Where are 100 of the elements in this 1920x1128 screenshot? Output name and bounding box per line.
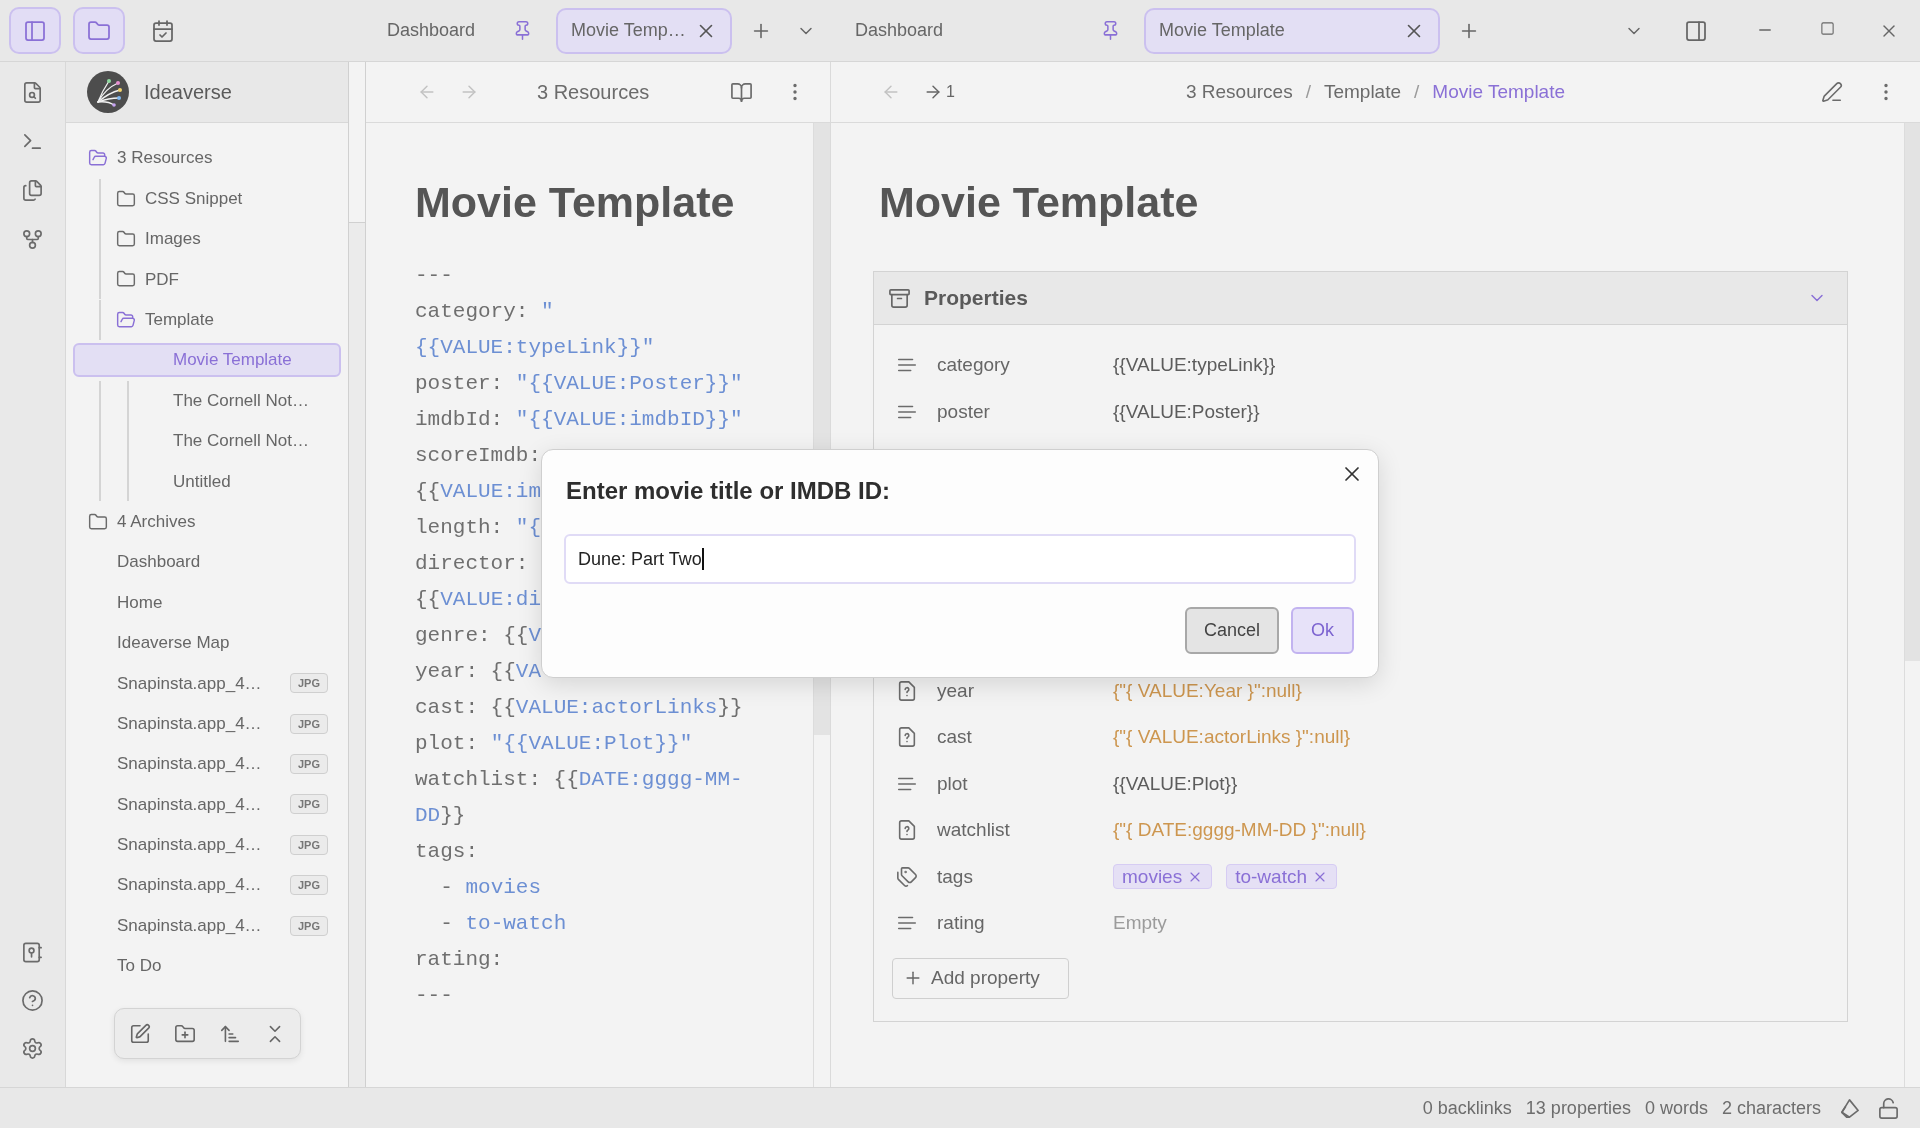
- source-line: category: ": [415, 299, 554, 325]
- source-line: DD}}: [415, 803, 466, 829]
- breadcrumb-link[interactable]: Template: [1323, 77, 1402, 107]
- property-name[interactable]: rating: [937, 909, 1113, 938]
- folder-item[interactable]: CSS Snippet: [73, 181, 341, 216]
- source-line: {{VALUE:di: [415, 587, 542, 613]
- source-line: director:: [415, 551, 529, 577]
- file-item[interactable]: To Do: [73, 949, 341, 983]
- file-type-badge: JPG: [290, 875, 328, 896]
- source-line: ---: [415, 263, 453, 289]
- breadcrumb-current[interactable]: Movie Template: [1432, 77, 1566, 107]
- folder-item[interactable]: Images: [73, 221, 341, 256]
- calendar-check-icon[interactable]: [151, 18, 175, 43]
- file-explorer-button[interactable]: [73, 7, 125, 54]
- file-item[interactable]: Snapinsta.app_4… JPG: [73, 747, 341, 782]
- source-line: cast: {{VALUE:actorLinks}}: [415, 695, 743, 721]
- file-type-badge: JPG: [290, 915, 328, 936]
- breadcrumb-link[interactable]: 3 Resources: [1185, 77, 1293, 107]
- source-line: - to-watch: [439, 911, 567, 937]
- sidebar-panel-icon[interactable]: [23, 18, 47, 43]
- vault-name[interactable]: Ideaverse: [144, 77, 232, 107]
- maximize-icon[interactable]: [1819, 20, 1835, 36]
- property-name[interactable]: tags: [937, 862, 1113, 891]
- property-name[interactable]: year: [937, 676, 1113, 705]
- archive-box-icon: [888, 286, 911, 310]
- folder-item[interactable]: 3 Resources: [73, 141, 341, 176]
- file-type-badge: JPG: [290, 754, 328, 775]
- burst-logo-icon[interactable]: [87, 71, 129, 113]
- file-question-icon: [896, 726, 918, 749]
- source-line: year: {{VA: [415, 659, 542, 685]
- file-item[interactable]: Snapinsta.app_4… JPG: [73, 666, 341, 701]
- source-line: poster: "{{VALUE:Poster}}": [415, 371, 743, 397]
- dialog-title: Enter movie title or IMDB ID:: [565, 476, 892, 506]
- title-input[interactable]: Dune: Part Two: [564, 534, 1356, 584]
- help-icon[interactable]: [21, 989, 44, 1012]
- file-question-icon: [896, 819, 918, 842]
- right-sidebar-panel-icon[interactable]: [1684, 18, 1708, 43]
- property-name[interactable]: category: [937, 351, 1113, 380]
- property-value[interactable]: {{VALUE:Poster}}: [1113, 397, 1260, 426]
- tag-pill[interactable]: movies: [1113, 864, 1213, 890]
- folder-icon[interactable]: [87, 18, 111, 43]
- property-value[interactable]: {{VALUE:typeLink}}: [1113, 351, 1276, 380]
- source-line: watchlist: {{DATE:gggg-MM-: [415, 767, 743, 793]
- fork-nodes-icon[interactable]: [21, 228, 44, 251]
- file-question-icon: [896, 679, 918, 702]
- sidebar-toggle-button[interactable]: [9, 7, 61, 54]
- source-line: imdbId: "{{VALUE:imdbID}}": [415, 407, 743, 433]
- tab[interactable]: Dashboard: [372, 7, 548, 54]
- scrollbar-thumb[interactable]: [349, 62, 365, 223]
- file-item[interactable]: The Cornell Not…: [73, 423, 341, 458]
- status-text: 2 characters: [1721, 1096, 1821, 1120]
- files-icon[interactable]: [21, 179, 44, 202]
- file-item[interactable]: Snapinsta.app_4… JPG: [73, 908, 341, 943]
- folder-item[interactable]: Template: [73, 302, 341, 337]
- source-line: {{VALUE:im: [415, 479, 542, 505]
- file-item[interactable]: Snapinsta.app_4… JPG: [73, 827, 341, 862]
- file-item[interactable]: The Cornell Not…: [73, 383, 341, 418]
- new-folder-icon[interactable]: [173, 1022, 196, 1045]
- file-type-badge: JPG: [290, 713, 328, 734]
- file-search-icon[interactable]: [21, 81, 44, 104]
- note-title: Movie Template: [415, 177, 736, 227]
- file-item[interactable]: Snapinsta.app_4… JPG: [73, 787, 341, 822]
- source-line: tags:: [415, 839, 478, 865]
- property-name[interactable]: plot: [937, 769, 1113, 798]
- tag-pill[interactable]: to-watch: [1226, 864, 1337, 890]
- tab[interactable]: Dashboard: [840, 7, 1136, 54]
- file-type-badge: JPG: [290, 673, 328, 694]
- unlocked-icon[interactable]: [1877, 1096, 1900, 1120]
- source-line: {{VALUE:typeLink}}": [415, 335, 655, 361]
- properties-heading[interactable]: Properties: [924, 282, 1028, 314]
- file-type-badge: JPG: [290, 834, 328, 855]
- file-item[interactable]: Dashboard: [73, 545, 341, 580]
- file-item[interactable]: Untitled: [73, 464, 341, 499]
- pane-title: 3 Resources: [537, 80, 650, 105]
- file-item[interactable]: Home: [73, 585, 341, 620]
- cards-icon[interactable]: [1838, 1096, 1861, 1120]
- file-item[interactable]: Snapinsta.app_4… JPG: [73, 868, 341, 903]
- property-name[interactable]: cast: [937, 723, 1113, 752]
- settings-icon[interactable]: [21, 1037, 44, 1060]
- scrollbar-thumb[interactable]: [1905, 123, 1920, 661]
- folder-item[interactable]: 4 Archives: [73, 504, 341, 539]
- cancel-button[interactable]: Cancel: [1185, 607, 1279, 654]
- file-item[interactable]: Ideaverse Map: [73, 625, 341, 660]
- tab[interactable]: Movie Template: [1144, 7, 1440, 54]
- breadcrumb-separator: /: [1414, 79, 1420, 104]
- tab[interactable]: Movie Temp…: [556, 7, 732, 54]
- property-value[interactable]: {{VALUE:Plot}}: [1113, 769, 1238, 798]
- pin-box-icon[interactable]: [21, 941, 44, 964]
- source-line: scoreImdb:: [415, 443, 542, 469]
- status-text: 0 words: [1644, 1096, 1708, 1120]
- file-item[interactable]: Snapinsta.app_4… JPG: [73, 706, 341, 741]
- new-note-icon[interactable]: [128, 1022, 151, 1045]
- ok-button[interactable]: Ok: [1291, 607, 1354, 654]
- property-name[interactable]: watchlist: [937, 816, 1113, 845]
- book-open-icon[interactable]: [730, 80, 753, 104]
- property-name[interactable]: poster: [937, 397, 1113, 426]
- folder-item[interactable]: PDF: [73, 262, 341, 297]
- pencil-icon[interactable]: [1821, 81, 1843, 103]
- add-property-button[interactable]: Add property: [892, 957, 1069, 999]
- file-item[interactable]: Movie Template: [73, 343, 341, 378]
